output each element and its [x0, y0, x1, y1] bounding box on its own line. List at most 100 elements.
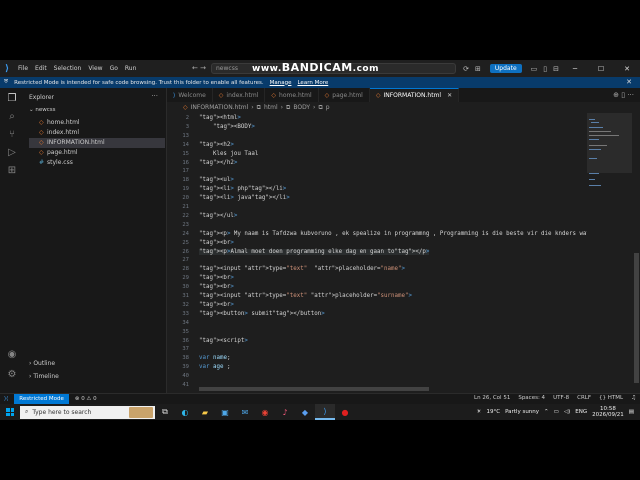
split-editor-icon[interactable]: ⊕ ▯ ··· [613, 91, 634, 99]
clock[interactable]: 10:58 2026/09/21 [592, 406, 624, 418]
dev-tool-icon[interactable]: ◆ [295, 404, 315, 420]
close-icon[interactable]: ✕ [614, 65, 640, 73]
file-information-html[interactable]: ◇ INFORMATION.html [29, 138, 165, 148]
more-actions-icon[interactable]: ··· [151, 92, 158, 100]
code-line[interactable]: var age ; [199, 364, 230, 370]
layout-icon[interactable]: ⊞ [475, 65, 481, 73]
code-line[interactable]: "tag"><html> [199, 115, 241, 121]
vertical-scrollbar[interactable] [633, 113, 640, 393]
maximize-icon[interactable]: ☐ [588, 65, 614, 73]
manage-link[interactable]: Manage [270, 80, 292, 86]
volume-icon[interactable]: ◁) [564, 409, 570, 415]
menu-view[interactable]: View [88, 65, 102, 72]
input-language[interactable]: ENG [575, 409, 587, 415]
breadcrumb-body[interactable]: BODY [293, 104, 310, 111]
code-line[interactable]: "tag"><li> php"tag"></li> [199, 186, 286, 192]
nav-arrows-icon[interactable]: ← → [192, 64, 206, 72]
vertical-scrollbar-thumb[interactable] [634, 253, 639, 383]
toggle-panel-icon[interactable]: ▭ [531, 65, 538, 73]
menu-run[interactable]: Run [125, 65, 137, 72]
run-debug-icon[interactable]: ▷ [5, 146, 19, 160]
menu-file[interactable]: File [18, 65, 28, 72]
timeline-section[interactable]: › Timeline [29, 373, 59, 380]
file-home-html[interactable]: ◇ home.html [29, 118, 165, 128]
breadcrumb-html[interactable]: html [264, 104, 278, 111]
network-icon[interactable]: ▭ [554, 409, 559, 415]
weather-condition[interactable]: Partly sunny [505, 409, 539, 415]
language-mode[interactable]: {} HTML [599, 395, 623, 401]
indentation[interactable]: Spaces: 4 [518, 395, 545, 401]
tab-page-html[interactable]: ◇ page.html [319, 88, 370, 102]
mail-icon[interactable]: ✉ [235, 404, 255, 420]
settings-gear-icon[interactable]: ⚙ [5, 368, 19, 382]
code-line[interactable]: var name; [199, 355, 230, 361]
outline-section[interactable]: › Outline [29, 360, 55, 367]
search-icon[interactable]: ⌕ [5, 110, 19, 124]
file-page-html[interactable]: ◇ page.html [29, 148, 165, 158]
code-line[interactable]: "tag"><BODY> [199, 124, 255, 130]
extensions-icon[interactable]: ⊞ [5, 164, 19, 178]
encoding[interactable]: UTF-8 [553, 395, 569, 401]
taskbar-search[interactable]: ⌕ Type here to search [20, 405, 155, 419]
update-button[interactable]: Update [489, 64, 522, 73]
breadcrumb-p[interactable]: p [326, 104, 330, 111]
minimap[interactable] [587, 113, 640, 393]
menu-go[interactable]: Go [110, 65, 118, 72]
learn-more-link[interactable]: Learn More [297, 80, 328, 86]
code-line[interactable]: "tag"><p> My naam is Tafdzwa kubvoruno ,… [199, 231, 587, 237]
menu-selection[interactable]: Selection [54, 65, 82, 72]
tray-chevron-icon[interactable]: ⌃ [544, 409, 549, 415]
tab-information-html[interactable]: ◇ INFORMATION.html ✕ [369, 88, 460, 102]
code-line[interactable]: "tag"><br> [199, 240, 234, 246]
explorer-icon[interactable]: ❐ [5, 92, 19, 106]
code-line[interactable]: "tag"><script> [199, 338, 248, 344]
code-line[interactable]: "tag"></ul> [199, 213, 237, 219]
code-line[interactable]: "tag"><li> java"tag"></li> [199, 195, 290, 201]
temperature[interactable]: 19°C [486, 409, 500, 415]
bandicam-taskbar-icon[interactable]: ● [335, 404, 355, 420]
windows-start-icon[interactable] [0, 404, 20, 420]
file-index-html[interactable]: ◇ index.html [29, 128, 165, 138]
code-line[interactable]: "tag"><input "attr">type="text" "attr">p… [199, 266, 405, 272]
tab-close-icon[interactable]: ✕ [447, 92, 452, 99]
code-line[interactable]: "tag"><ul> [199, 177, 234, 183]
code-line[interactable]: Kles jou Taal [199, 151, 258, 157]
breadcrumb-file[interactable]: INFORMATION.html [191, 104, 249, 111]
code-line[interactable]: "tag"><input "attr">type="text" "attr">p… [199, 293, 412, 299]
account-icon[interactable]: ◉ [5, 348, 19, 362]
code-line[interactable]: "tag"><button> submit"tag"></button> [199, 311, 325, 317]
store-icon[interactable]: ▣ [215, 404, 235, 420]
folder-newcss[interactable]: ⌄ newcss [29, 107, 55, 113]
cursor-position[interactable]: Ln 26, Col 51 [474, 395, 510, 401]
code-line[interactable]: "tag"><br> [199, 302, 234, 308]
line-ending[interactable]: CRLF [577, 395, 591, 401]
file-explorer-icon[interactable]: ▰ [195, 404, 215, 420]
source-control-icon[interactable]: ⑂ [5, 128, 19, 142]
horizontal-scrollbar[interactable] [199, 387, 429, 391]
chrome-icon[interactable]: ◉ [255, 404, 275, 420]
code-line[interactable]: "tag"><h2> [199, 142, 234, 148]
banner-close-icon[interactable]: ✕ [626, 78, 632, 86]
toggle-sidebar-icon[interactable]: ▯ [543, 65, 547, 73]
code-editor[interactable]: 2 3 13 14 15 16 17 18 19 20 21 22 23 24 25 26 27 28 29 30 31… [167, 113, 587, 393]
tab-index-html[interactable]: ◇ index.html [213, 88, 266, 102]
code-line[interactable]: "tag"><p>Almal moet doen programming elk… [199, 248, 430, 255]
code-line[interactable]: "tag"><br> [199, 275, 234, 281]
menu-edit[interactable]: Edit [35, 65, 47, 72]
remote-icon[interactable]: ⟩⟨ [4, 396, 8, 402]
tab-home-html[interactable]: ◇ home.html [265, 88, 319, 102]
code-line[interactable]: "tag"><br> [199, 284, 234, 290]
minimize-icon[interactable]: ─ [562, 65, 588, 73]
vscode-taskbar-icon[interactable]: ⟩ [315, 404, 335, 420]
media-player-icon[interactable]: ♪ [275, 404, 295, 420]
notifications-bell-icon[interactable]: ♫ [631, 395, 636, 401]
edge-icon[interactable]: ◐ [175, 404, 195, 420]
accounts-icon[interactable]: ⟳ [463, 65, 469, 73]
tab-welcome[interactable]: ⟩ Welcome [167, 88, 213, 102]
notification-center-icon[interactable]: ▤ [629, 409, 634, 415]
problems-indicator[interactable]: ⊗ 0 ⚠ 0 [75, 396, 97, 402]
restricted-mode-badge[interactable]: Restricted Mode [14, 394, 69, 404]
customize-layout-icon[interactable]: ⊟ [553, 65, 559, 73]
task-view-icon[interactable]: ⧉ [155, 404, 175, 420]
file-style-css[interactable]: # style.css [29, 158, 165, 168]
